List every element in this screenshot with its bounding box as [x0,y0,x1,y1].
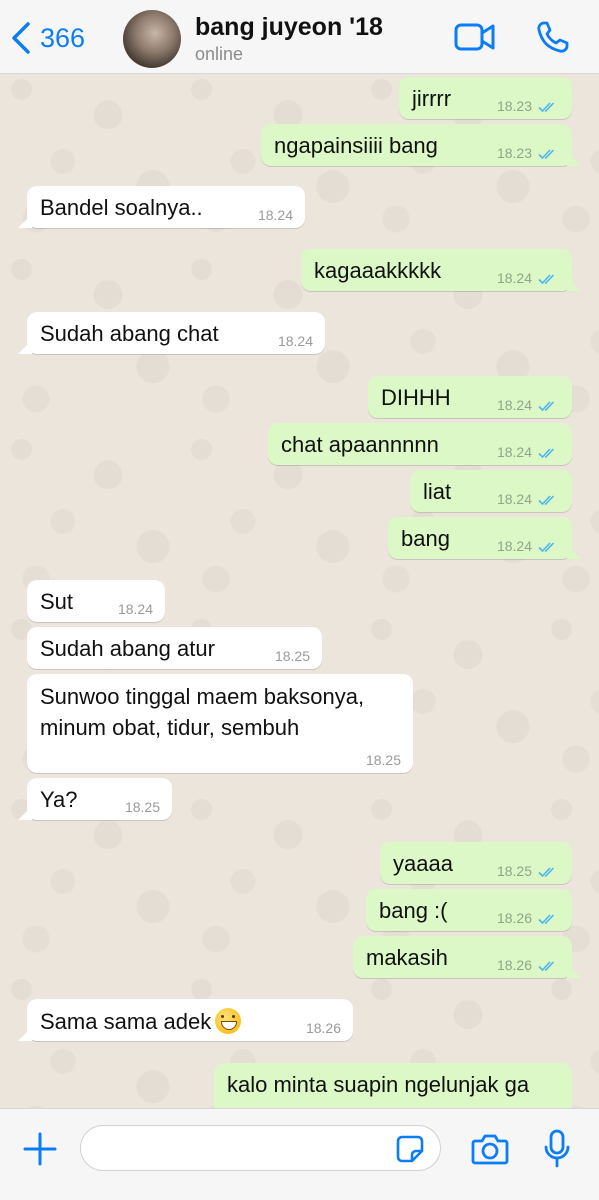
outgoing-message[interactable]: chat apaannnnn 18.24 [268,423,572,465]
read-ticks-icon [538,866,558,878]
incoming-message[interactable]: Ya? 18.25 [27,778,172,820]
incoming-message[interactable]: Sunwoo tinggal maem baksonya, minum obat… [27,674,413,773]
incoming-message[interactable]: Bandel soalnya.. 18.24 [27,186,305,228]
outgoing-message[interactable]: bang :( 18.26 [366,889,572,931]
read-ticks-icon [538,913,558,925]
unread-count: 366 [40,22,86,53]
message-composer [0,1108,599,1200]
sticker-icon[interactable] [396,1135,424,1163]
outgoing-message[interactable]: yaaaa 18.25 [380,842,572,884]
read-ticks-icon [538,400,558,412]
contact-status: online [195,44,244,64]
incoming-message[interactable]: Sudah abang atur 18.25 [27,627,322,669]
read-ticks-icon [538,541,558,553]
incoming-message[interactable]: Sama sama adek 18.26 [27,999,353,1041]
video-call-icon[interactable] [454,20,496,54]
incoming-message[interactable]: Sudah abang chat 18.24 [27,312,325,354]
incoming-message[interactable]: Sut 18.24 [27,580,165,622]
camera-icon[interactable] [471,1132,509,1166]
message-input[interactable] [80,1125,441,1171]
plus-icon[interactable] [22,1131,58,1167]
chat-header: 366 bang juyeon '18 online [0,0,599,74]
read-ticks-icon [538,494,558,506]
read-ticks-icon [538,148,558,160]
microphone-icon[interactable] [544,1129,570,1169]
outgoing-message[interactable]: makasih 18.26 [353,936,572,978]
contact-name[interactable]: bang juyeon '18 [195,13,383,42]
chat-area[interactable]: jirrrr 18.23 ngapainsiiii bang 18.23 Ban… [0,75,599,1108]
outgoing-message[interactable]: liat 18.24 [410,470,572,512]
back-button[interactable]: 366 [10,18,85,58]
read-ticks-icon [538,960,558,972]
outgoing-message[interactable]: kalo minta suapin ngelunjak ga [214,1063,572,1108]
outgoing-message[interactable]: DIHHH 18.24 [368,376,572,418]
outgoing-message[interactable]: bang 18.24 [388,517,572,559]
read-ticks-icon [538,447,558,459]
read-ticks-icon [538,101,558,113]
outgoing-message[interactable]: jirrrr 18.23 [399,77,572,119]
read-ticks-icon [538,273,558,285]
avatar[interactable] [123,10,181,68]
chevron-left-icon [12,22,30,54]
outgoing-message[interactable]: kagaaakkkkk 18.24 [301,249,572,291]
phone-call-icon[interactable] [536,20,570,54]
grinning-face-emoji-icon [215,1008,242,1034]
outgoing-message[interactable]: ngapainsiiii bang 18.23 [261,124,572,166]
